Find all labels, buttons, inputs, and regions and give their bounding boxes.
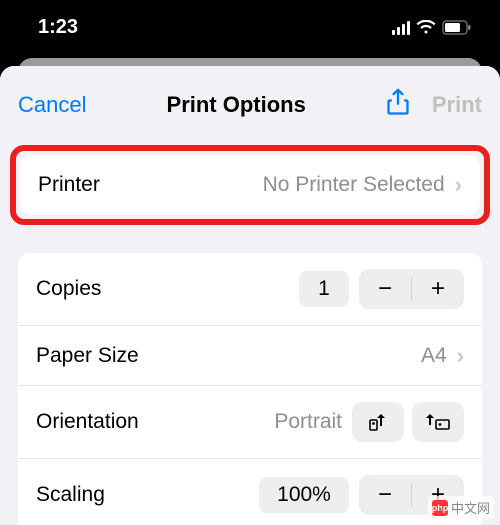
scaling-value[interactable]: 100% — [259, 477, 349, 513]
orientation-value: Portrait — [274, 410, 342, 434]
copies-value[interactable]: 1 — [299, 271, 349, 307]
printer-row[interactable]: Printer No Printer Selected › — [20, 155, 480, 215]
printer-value: No Printer Selected — [263, 173, 445, 197]
copies-label: Copies — [36, 277, 101, 301]
orientation-landscape-button[interactable] — [412, 402, 464, 442]
copies-stepper: − + — [359, 269, 464, 309]
copies-minus-button[interactable]: − — [359, 269, 411, 309]
chevron-right-icon: › — [457, 343, 464, 369]
paper-size-label: Paper Size — [36, 344, 139, 368]
copies-row: Copies 1 − + — [18, 253, 482, 325]
chevron-right-icon: › — [455, 172, 462, 198]
scaling-row: Scaling 100% − + — [18, 458, 482, 525]
paper-size-value: A4 — [421, 344, 447, 368]
signal-icon — [392, 21, 410, 35]
watermark-text: 中文网 — [451, 498, 490, 517]
orientation-row: Orientation Portrait — [18, 385, 482, 458]
battery-icon — [442, 20, 472, 35]
scaling-minus-button[interactable]: − — [359, 475, 411, 515]
copies-plus-button[interactable]: + — [412, 269, 464, 309]
paper-size-row[interactable]: Paper Size A4 › — [18, 325, 482, 385]
scaling-label: Scaling — [36, 483, 105, 507]
orientation-label: Orientation — [36, 410, 139, 434]
print-button[interactable]: Print — [432, 92, 482, 118]
status-time: 1:23 — [38, 16, 78, 39]
printer-highlight-box: Printer No Printer Selected › — [10, 145, 490, 225]
share-icon[interactable] — [386, 88, 410, 121]
status-bar: 1:23 — [0, 8, 500, 39]
nav-bar: Cancel Print Options Print — [0, 66, 500, 139]
wifi-icon — [416, 20, 436, 35]
orientation-portrait-button[interactable] — [352, 402, 404, 442]
page-title: Print Options — [167, 92, 306, 118]
cancel-button[interactable]: Cancel — [18, 92, 86, 118]
printer-label: Printer — [38, 173, 100, 197]
watermark: php 中文网 — [428, 496, 494, 519]
